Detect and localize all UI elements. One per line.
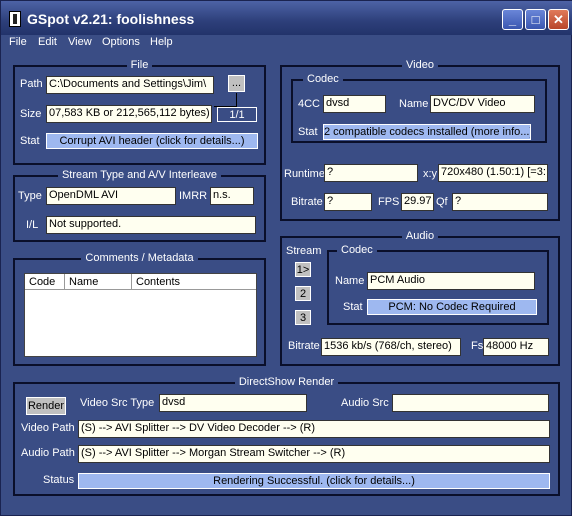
audio-path-label: Audio Path [21,447,75,459]
audio-codec-title: Codec [337,244,377,256]
video-src-label: Video Src Type [80,397,155,409]
stream-1-button[interactable]: 1> [295,262,311,277]
video-name-field: DVC/DV Video [430,95,535,113]
comments-title: Comments / Metadata [81,252,198,264]
video-codec-group: Codec 4CC dvsd Name DVC/DV Video Stat 2 … [291,73,547,143]
audio-group-title: Audio [401,230,439,242]
runtime-field: ? [324,164,418,182]
size-label: Size [20,108,42,120]
video-bitrate-label: Bitrate [291,196,323,208]
video-codec-title: Codec [303,73,343,85]
status-label: Status [43,474,75,486]
video-path-label: Video Path [21,422,75,434]
il-field: Not supported. [46,216,256,234]
audio-group: Audio Stream 1> 2 3 Codec Name PCM Audio… [280,230,560,366]
title-bar[interactable]: GSpot v2.21: foolishness _ □ ✕ [1,1,572,35]
audio-name-label: Name [335,275,365,287]
render-status-button[interactable]: Rendering Successful. (click for details… [78,473,550,489]
audio-name-field: PCM Audio [367,272,535,290]
directshow-title: DirectShow Render [234,376,339,388]
app-icon[interactable] [9,11,21,27]
qf-label: Qf [436,196,448,208]
stream-2-button[interactable]: 2 [295,286,311,301]
size-field: 07,583 KB or 212,565,112 bytes) [46,105,212,123]
fs-field: 48000 Hz [483,338,549,356]
window-title: GSpot v2.21: foolishness [27,11,195,27]
video-stat-label: Stat [298,126,318,138]
audio-src-label: Audio Src [341,397,389,409]
fourcc-field: dvsd [323,95,386,113]
path-label: Path [20,78,43,90]
audio-stat-button[interactable]: PCM: No Codec Required [367,299,537,315]
menu-edit[interactable]: Edit [38,36,57,48]
menu-help[interactable]: Help [150,36,173,48]
audio-stat-label: Stat [343,301,363,313]
menu-file[interactable]: File [9,36,27,48]
render-button[interactable]: Render [26,397,66,415]
audio-bitrate-field: 1536 kb/s (768/ch, stereo) [321,338,461,356]
audio-codec-group: Codec Name PCM Audio Stat PCM: No Codec … [327,244,549,325]
type-field: OpenDML AVI [46,187,176,205]
app-window: GSpot v2.21: foolishness _ □ ✕ File Edit… [0,0,572,516]
stat-label: Stat [20,135,40,147]
close-button[interactable]: ✕ [548,9,569,30]
col-contents[interactable]: Contents [132,274,256,290]
type-label: Type [18,190,42,202]
directshow-group: DirectShow Render Render Video Src Type … [13,376,560,496]
fps-label: FPS [378,196,400,208]
col-code[interactable]: Code [25,274,65,290]
imrr-field: n.s. [210,187,254,205]
audio-stream-label: Stream [286,245,322,257]
fourcc-label: 4CC [298,98,321,110]
video-name-label: Name [399,98,429,110]
stream-type-title: Stream Type and A/V Interleave [57,169,222,181]
stream-3-button[interactable]: 3 [295,310,311,325]
stream-type-group: Stream Type and A/V Interleave Type Open… [13,169,266,242]
browse-button[interactable]: ... [228,75,245,92]
audio-src-field [392,394,549,412]
xy-field: 720x480 (1.50:1) [=3: [438,164,548,182]
video-src-field: dvsd [159,394,307,412]
qf-field: ? [452,193,548,211]
connector-line [236,93,237,107]
menu-view[interactable]: View [68,36,92,48]
imrr-label: IMRR [179,190,208,202]
audio-path-field: (S) --> AVI Splitter --> Morgan Stream S… [78,445,550,463]
col-name[interactable]: Name [65,274,132,290]
menu-bar: File Edit View Options Help [1,34,572,52]
fs-label: Fs [471,340,484,352]
audio-bitrate-label: Bitrate [288,340,320,352]
fps-field: 29.97 [401,193,434,211]
video-path-field: (S) --> AVI Splitter --> DV Video Decode… [78,420,550,438]
video-group: Video Codec 4CC dvsd Name DVC/DV Video S… [280,59,560,221]
video-group-title: Video [402,59,438,71]
video-stat-button[interactable]: 2 compatible codecs installed (more info… [323,124,531,140]
maximize-button[interactable]: □ [525,9,546,30]
il-label: I/L [26,219,39,231]
path-field[interactable]: C:\Documents and Settings\Jim\ [46,76,214,94]
file-group-title: File [126,59,153,71]
metadata-list[interactable]: Code Name Contents [24,273,257,357]
xy-label: x:y [423,168,438,180]
file-group: File Path C:\Documents and Settings\Jim\… [13,59,266,165]
video-bitrate-field: ? [324,193,372,211]
page-indicator: 1/1 [217,107,257,122]
minimize-button[interactable]: _ [502,9,523,30]
menu-options[interactable]: Options [102,36,140,48]
file-stat-button[interactable]: Corrupt AVI header (click for details...… [46,133,258,149]
comments-group: Comments / Metadata Code Name Contents [13,252,266,366]
runtime-label: Runtime [284,168,325,180]
